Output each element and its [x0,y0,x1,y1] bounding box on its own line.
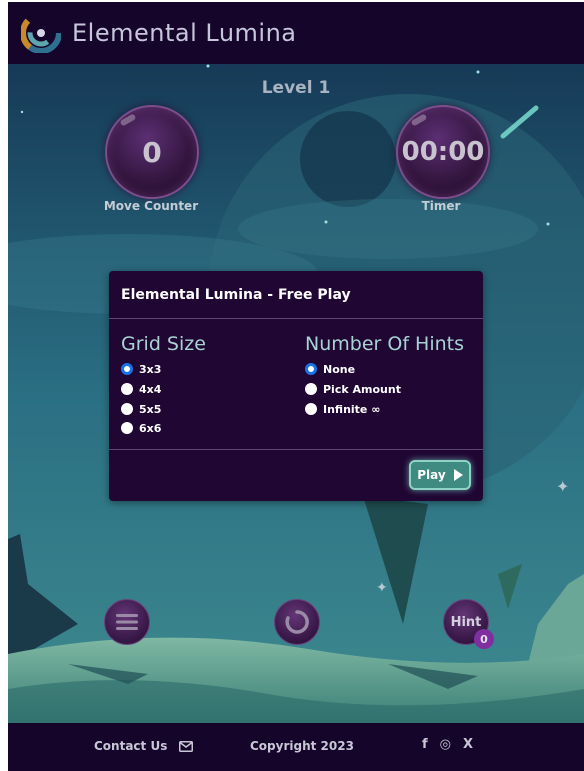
radio-selected-icon[interactable] [305,363,317,375]
grid-option-label: 5x5 [139,402,162,416]
contact-us-link[interactable]: Contact Us [94,739,194,753]
hint-option-label: None [323,362,356,376]
restart-icon [285,610,309,634]
grid-option-3x3[interactable]: 3x3 [121,361,161,377]
app-title: Elemental Lumina [72,19,297,47]
radio-icon[interactable] [305,383,317,395]
grid-option-label: 3x3 [139,362,162,376]
grid-option-5x5[interactable]: 5x5 [121,401,161,417]
modal-title: Elemental Lumina - Free Play [121,287,351,303]
play-icon [453,469,463,481]
radio-icon[interactable] [121,422,133,434]
timer-value: 00:00 [401,137,485,167]
hint-option-pick-amount[interactable]: Pick Amount [305,381,401,397]
radio-selected-icon[interactable] [121,363,133,375]
instagram-icon[interactable]: ◎ [440,737,451,752]
envelope-icon [179,740,194,752]
timer-orb: 00:00 [396,105,490,199]
hint-option-none[interactable]: None [305,361,355,377]
hints-heading: Number Of Hints [305,333,465,355]
play-button[interactable]: Play [409,460,471,490]
svg-text:✦: ✦ [376,580,388,596]
app-frame: ✦ ✦ Elemental Lumina Level 1 0 Move Coun… [8,2,584,771]
radio-icon[interactable] [121,383,133,395]
facebook-icon[interactable]: f [422,737,428,752]
svg-text:✦: ✦ [556,477,569,496]
social-links: f ◎ X [422,737,485,752]
app-footer: Contact Us Copyright 2023 f ◎ X [8,723,584,771]
move-counter-value: 0 [142,135,162,169]
grid-size-heading: Grid Size [121,333,206,355]
hint-option-label: Pick Amount [323,382,401,396]
modal-divider [109,318,483,319]
swirl-logo-icon [21,13,61,53]
hint-option-infinite[interactable]: Infinite ∞ [305,401,380,417]
hint-button-label: Hint [450,614,482,630]
hint-option-label: Infinite ∞ [323,402,381,416]
play-button-label: Play [417,468,446,482]
level-indicator: Level 1 [261,78,331,98]
contact-us-label: Contact Us [94,739,168,753]
radio-icon[interactable] [305,403,317,415]
timer-label: Timer [421,199,461,213]
x-twitter-icon[interactable]: X [463,737,473,752]
grid-option-4x4[interactable]: 4x4 [121,381,161,397]
modal-divider [109,449,483,450]
grid-option-6x6[interactable]: 6x6 [121,420,161,436]
move-counter-label: Move Counter [103,199,199,213]
free-play-modal: Elemental Lumina - Free Play Grid Size 3… [109,271,483,501]
app-header: Elemental Lumina [8,2,584,64]
grid-option-label: 6x6 [139,421,162,435]
radio-icon[interactable] [121,403,133,415]
menu-button[interactable] [104,599,150,645]
restart-button[interactable] [274,599,320,645]
menu-icon [116,614,138,630]
copyright-text: Copyright 2023 [250,739,354,753]
grid-option-label: 4x4 [139,382,162,396]
move-counter-orb: 0 [105,105,199,199]
hint-count-badge: 0 [474,629,494,649]
